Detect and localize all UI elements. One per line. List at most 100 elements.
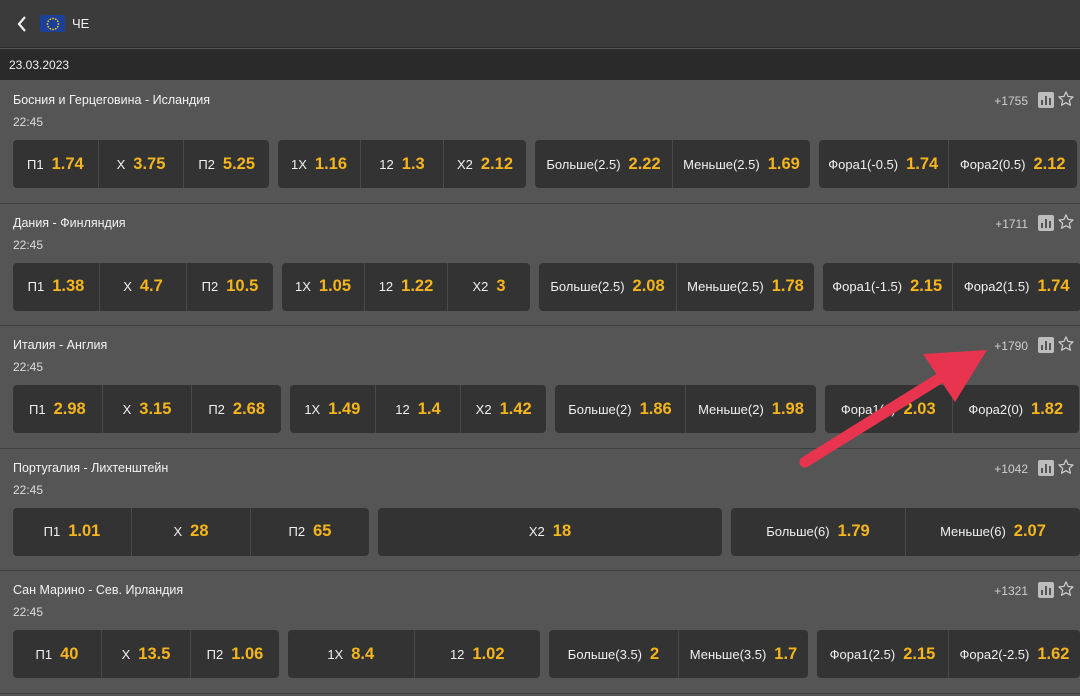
odds-button[interactable]: П2 1.06 bbox=[190, 630, 279, 678]
odds-button[interactable]: П1 40 bbox=[13, 630, 101, 678]
odds-button[interactable]: П1 1.38 bbox=[13, 263, 99, 311]
odds-button[interactable]: Х 28 bbox=[131, 507, 250, 556]
odds-value: 1.69 bbox=[767, 154, 800, 173]
odds-label: П1 bbox=[26, 156, 44, 172]
odds-value: 1.05 bbox=[318, 277, 352, 295]
odds-button[interactable]: Меньше(2.5) 1.78 bbox=[676, 262, 814, 311]
odds-group: Фора1(-0.5) 1.74 Фора2(0.5) 2.12 bbox=[819, 140, 1077, 188]
odds-button[interactable]: Фора1(-1.5) 2.15 bbox=[823, 263, 952, 311]
odds-button[interactable]: Фора2(1.5) 1.74 bbox=[951, 262, 1080, 311]
odds-value: 1.98 bbox=[771, 399, 804, 418]
odds-button[interactable]: 12 1.22 bbox=[364, 262, 447, 311]
odds-button[interactable]: 1Х 1.05 bbox=[282, 263, 364, 311]
odds-button[interactable]: Фора2(0) 1.82 bbox=[951, 385, 1080, 433]
statistics-icon[interactable] bbox=[1038, 459, 1054, 476]
odds-value: 8.4 bbox=[351, 644, 375, 663]
odds-button[interactable]: П2 5.25 bbox=[183, 140, 269, 188]
odds-label: Фора1(-0.5) bbox=[828, 156, 899, 172]
odds-button[interactable]: 1Х 1.16 bbox=[278, 140, 360, 188]
odds-button[interactable]: Фора1(2.5) 2.15 bbox=[817, 630, 948, 678]
odds-label: П2 bbox=[198, 156, 215, 172]
odds-button[interactable]: Больше(3.5) 2 bbox=[549, 630, 678, 678]
star-icon[interactable] bbox=[1057, 90, 1075, 108]
odds-label: П1 bbox=[43, 524, 61, 539]
odds-group: Фора1(2.5) 2.15 Фора2(-2.5) 1.62 bbox=[817, 630, 1080, 678]
odds-value: 2.08 bbox=[632, 277, 665, 295]
statistics-icon[interactable] bbox=[1038, 92, 1054, 108]
odds-button[interactable]: Х2 2.12 bbox=[443, 140, 526, 188]
star-icon[interactable] bbox=[1057, 580, 1075, 598]
odds-button[interactable]: П1 2.98 bbox=[13, 385, 102, 433]
odds-button[interactable]: П2 2.68 bbox=[191, 385, 281, 433]
odds-label: Больше(2.5) bbox=[546, 156, 621, 172]
odds-button[interactable]: Меньше(2) 1.98 bbox=[685, 385, 816, 433]
more-markets-count[interactable]: +1321 bbox=[994, 584, 1028, 598]
more-markets-count[interactable]: +1711 bbox=[995, 217, 1028, 231]
odds-button[interactable]: Х2 18 bbox=[378, 508, 722, 556]
event-name[interactable]: Португалия - Лихтенштейн bbox=[13, 461, 168, 475]
odds-button[interactable]: Фора2(-2.5) 1.62 bbox=[948, 630, 1080, 678]
more-markets-count[interactable]: +1790 bbox=[994, 339, 1028, 353]
event-name[interactable]: Сан Марино - Сев. Ирландия bbox=[13, 583, 183, 597]
odds-button[interactable]: 12 1.4 bbox=[374, 385, 461, 433]
odds-button[interactable]: 1Х 8.4 bbox=[288, 630, 414, 678]
odds-button[interactable]: 1Х 1.49 bbox=[290, 385, 375, 433]
odds-button[interactable]: П2 10.5 bbox=[186, 262, 273, 311]
odds-button[interactable]: Фора2(0.5) 2.12 bbox=[947, 140, 1078, 188]
event-row: Босния и Герцеговина - Исландия 22:45 +1… bbox=[0, 81, 1080, 204]
more-markets-count[interactable]: +1042 bbox=[994, 462, 1028, 476]
odds-group: 1Х 1.05 12 1.22 Х2 3 bbox=[282, 262, 530, 311]
star-icon[interactable] bbox=[1057, 458, 1075, 476]
odds-button[interactable]: П1 1.74 bbox=[13, 140, 98, 188]
odds-button[interactable]: Х 4.7 bbox=[99, 262, 186, 311]
event-time: 22:45 bbox=[13, 360, 44, 374]
odds-button[interactable]: Х2 3 bbox=[447, 262, 530, 311]
odds-button[interactable]: Х2 1.42 bbox=[460, 385, 546, 433]
odds-button[interactable]: Больше(2) 1.86 bbox=[555, 385, 685, 433]
statistics-icon[interactable] bbox=[1038, 214, 1054, 231]
chevron-left-icon[interactable] bbox=[17, 15, 31, 32]
odds-label: Х2 bbox=[456, 156, 473, 172]
event-name[interactable]: Босния и Герцеговина - Исландия bbox=[13, 93, 210, 107]
odds-label: Меньше(2.5) bbox=[687, 279, 764, 294]
odds-button[interactable]: Больше(6) 1.79 bbox=[731, 508, 905, 556]
odds-button[interactable]: 12 1.3 bbox=[360, 140, 443, 188]
more-markets-count[interactable]: +1755 bbox=[994, 94, 1028, 108]
odds-button[interactable]: Меньше(3.5) 1.7 bbox=[678, 630, 808, 678]
odds-button[interactable]: Х 3.75 bbox=[97, 140, 184, 188]
odds-button[interactable]: П2 65 bbox=[250, 507, 369, 556]
odds-group: П1 1.01 Х 28 П2 65 bbox=[13, 507, 369, 556]
event-name[interactable]: Италия - Англия bbox=[13, 338, 107, 352]
odds-button[interactable]: Х 3.15 bbox=[101, 385, 192, 433]
star-icon[interactable] bbox=[1057, 213, 1075, 231]
odds-button[interactable]: Меньше(2.5) 1.69 bbox=[672, 140, 810, 188]
odds-label: Больше(3.5) bbox=[567, 646, 643, 662]
odds-button[interactable]: Фора1(-0.5) 1.74 bbox=[819, 140, 948, 188]
odds-value: 2.07 bbox=[1013, 522, 1046, 540]
odds-label: Фора2(-2.5) bbox=[959, 646, 1030, 662]
statistics-icon[interactable] bbox=[1038, 337, 1054, 353]
statistics-icon[interactable] bbox=[1038, 582, 1054, 598]
odds-button[interactable]: Больше(2.5) 2.08 bbox=[539, 263, 676, 311]
star-icon[interactable] bbox=[1057, 335, 1075, 353]
odds-button[interactable]: П1 1.01 bbox=[13, 508, 131, 556]
odds-button[interactable]: Фора1(0) 2.03 bbox=[825, 385, 952, 433]
odds-label: П1 bbox=[27, 279, 45, 294]
odds-value: 1.7 bbox=[774, 644, 798, 663]
odds-button[interactable]: Больше(2.5) 2.22 bbox=[535, 140, 672, 188]
odds-value: 1.38 bbox=[52, 277, 85, 295]
odds-button[interactable]: Меньше(6) 2.07 bbox=[905, 507, 1080, 556]
odds-value: 28 bbox=[190, 522, 209, 540]
odds-label: 12 bbox=[449, 646, 465, 662]
event-name[interactable]: Дания - Финляндия bbox=[13, 216, 126, 230]
odds-value: 2.15 bbox=[903, 644, 936, 663]
odds-value: 1.74 bbox=[906, 154, 939, 173]
odds-group: 1Х 8.4 12 1.02 bbox=[288, 630, 540, 678]
odds-button[interactable]: Х 13.5 bbox=[101, 630, 190, 678]
odds-value: 65 bbox=[313, 522, 332, 540]
odds-label: 1Х bbox=[327, 646, 344, 662]
odds-value: 1.78 bbox=[771, 277, 804, 295]
odds-value: 1.79 bbox=[837, 522, 870, 540]
odds-value: 1.74 bbox=[51, 154, 84, 173]
odds-button[interactable]: 12 1.02 bbox=[413, 630, 541, 678]
